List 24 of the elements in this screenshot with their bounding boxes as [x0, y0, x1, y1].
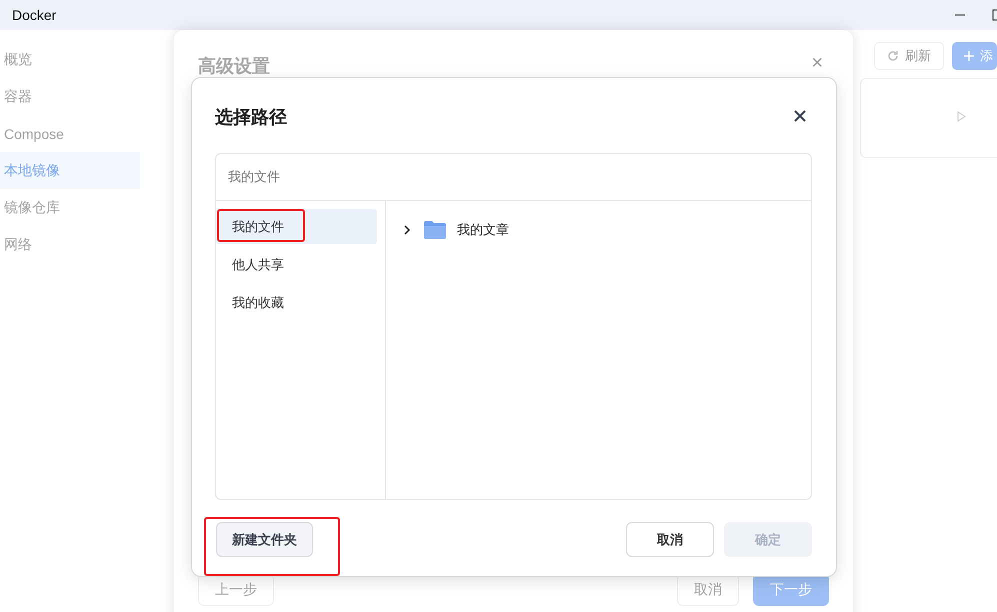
location-item[interactable]: 我的文件 — [216, 209, 377, 244]
folder-icon — [424, 221, 446, 239]
refresh-icon — [887, 50, 899, 62]
location-item[interactable]: 我的收藏 — [216, 285, 377, 320]
add-button[interactable]: 添 — [952, 42, 997, 70]
new-folder-button[interactable]: 新建文件夹 — [216, 522, 313, 557]
refresh-button[interactable]: 刷新 — [874, 42, 944, 70]
sidebar-item[interactable]: 镜像仓库 — [0, 189, 140, 226]
path-bar: 我的文件 — [216, 154, 811, 201]
location-item[interactable]: 他人共享 — [216, 247, 377, 282]
sidebar-item[interactable]: 概览 — [0, 41, 140, 78]
sidebar-item[interactable]: 本地镜像 — [0, 152, 140, 189]
window-title: Docker — [12, 7, 56, 23]
sidebar-item[interactable]: 容器 — [0, 78, 140, 115]
dialog-title: 选择路径 — [215, 106, 287, 129]
plus-icon — [964, 51, 974, 61]
close-icon[interactable] — [793, 109, 807, 123]
sidebar-item[interactable]: 网络 — [0, 226, 140, 263]
close-button[interactable]: × — [811, 52, 823, 75]
dialog-title: 高级设置 — [198, 55, 270, 78]
cancel-button[interactable]: 取消 — [626, 522, 714, 557]
chevron-icon[interactable] — [404, 225, 411, 235]
sidebar-item[interactable]: Compose — [0, 115, 140, 152]
folder-name[interactable]: 我的文章 — [457, 221, 509, 239]
